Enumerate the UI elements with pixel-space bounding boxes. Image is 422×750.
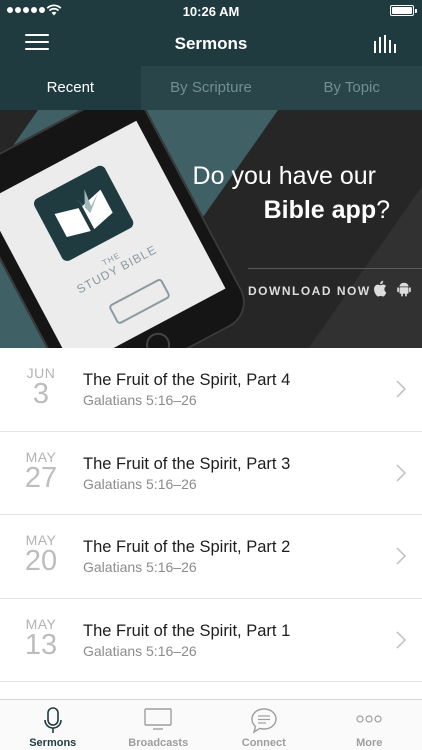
tab-connect-label: Connect [241, 737, 286, 749]
download-now-link[interactable]: DOWNLOAD NOW [248, 284, 371, 298]
sermon-day: 13 [24, 628, 58, 661]
nav-bar: Sermons [0, 22, 422, 66]
tab-more-label: More [356, 737, 383, 749]
tab-sermons-label: Sermons [29, 737, 77, 749]
chevron-right-icon [396, 630, 406, 649]
sermon-row[interactable]: JUN 3 The Fruit of the Spirit, Part 4 Ga… [0, 348, 422, 432]
more-dots-icon [356, 715, 382, 723]
sermon-list: JUN 3 The Fruit of the Spirit, Part 4 Ga… [0, 348, 422, 682]
sermon-scripture: Galatians 5:16–26 [83, 475, 197, 492]
apple-icon[interactable] [373, 280, 387, 297]
chevron-right-icon [396, 547, 406, 565]
tab-by-topic[interactable]: By Topic [281, 66, 422, 110]
television-icon [144, 708, 172, 730]
sermon-row[interactable]: MAY 13 The Fruit of the Spirit, Part 1 G… [0, 599, 422, 682]
bible-app-banner[interactable]: THE STUDY BIBLE Do you have our Bible ap… [0, 110, 422, 348]
sermon-title: The Fruit of the Spirit, Part 4 [83, 371, 291, 389]
android-icon[interactable] [397, 281, 411, 297]
tab-sermons[interactable]: Sermons [0, 700, 106, 750]
chevron-right-icon [396, 380, 406, 398]
banner-divider [248, 268, 422, 269]
chat-bubble-icon [251, 708, 277, 734]
status-time: 10:26 AM [182, 4, 240, 19]
sermon-day: 27 [24, 461, 58, 494]
sermon-day: 3 [32, 378, 50, 410]
grace-to-you-logo [107, 277, 172, 326]
chevron-right-icon [396, 463, 406, 482]
banner-headline-2: Bible app? [264, 196, 390, 225]
battery-icon [390, 5, 417, 16]
tab-recent[interactable]: Recent [0, 66, 141, 110]
tab-by-scripture[interactable]: By Scripture [140, 66, 282, 110]
sermon-day: 20 [24, 545, 58, 577]
page-title: Sermons [174, 34, 248, 53]
bar-chart-icon[interactable] [373, 35, 397, 53]
microphone-icon [43, 707, 62, 733]
status-bar: 10:26 AM [0, 0, 422, 22]
sermon-row[interactable]: MAY 20 The Fruit of the Spirit, Part 2 G… [0, 515, 422, 599]
banner-headline-end: ? [376, 196, 390, 224]
tab-broadcasts[interactable]: Broadcasts [106, 700, 212, 750]
tab-connect[interactable]: Connect [211, 700, 317, 750]
sermon-scripture: Galatians 5:16–26 [83, 392, 197, 408]
segment-tabs: Recent By Scripture By Topic [0, 66, 422, 110]
tab-more[interactable]: More [317, 700, 422, 750]
sermon-row[interactable]: MAY 27 The Fruit of the Spirit, Part 3 G… [0, 432, 422, 515]
sermon-scripture: Galatians 5:16–26 [83, 642, 197, 659]
sermon-title: The Fruit of the Spirit, Part 3 [83, 454, 291, 473]
phone-home-button [141, 328, 175, 348]
banner-headline: Do you have our [192, 162, 376, 190]
sermon-title: The Fruit of the Spirit, Part 1 [83, 621, 291, 640]
banner-stripe-dark [308, 110, 422, 348]
banner-headline-bold: Bible app [263, 196, 377, 224]
sermon-scripture: Galatians 5:16–26 [83, 559, 197, 575]
sermon-title: The Fruit of the Spirit, Part 2 [83, 538, 291, 556]
bottom-tab-bar: Sermons Broadcasts Connect More [0, 699, 422, 750]
tab-broadcasts-label: Broadcasts [128, 737, 189, 749]
